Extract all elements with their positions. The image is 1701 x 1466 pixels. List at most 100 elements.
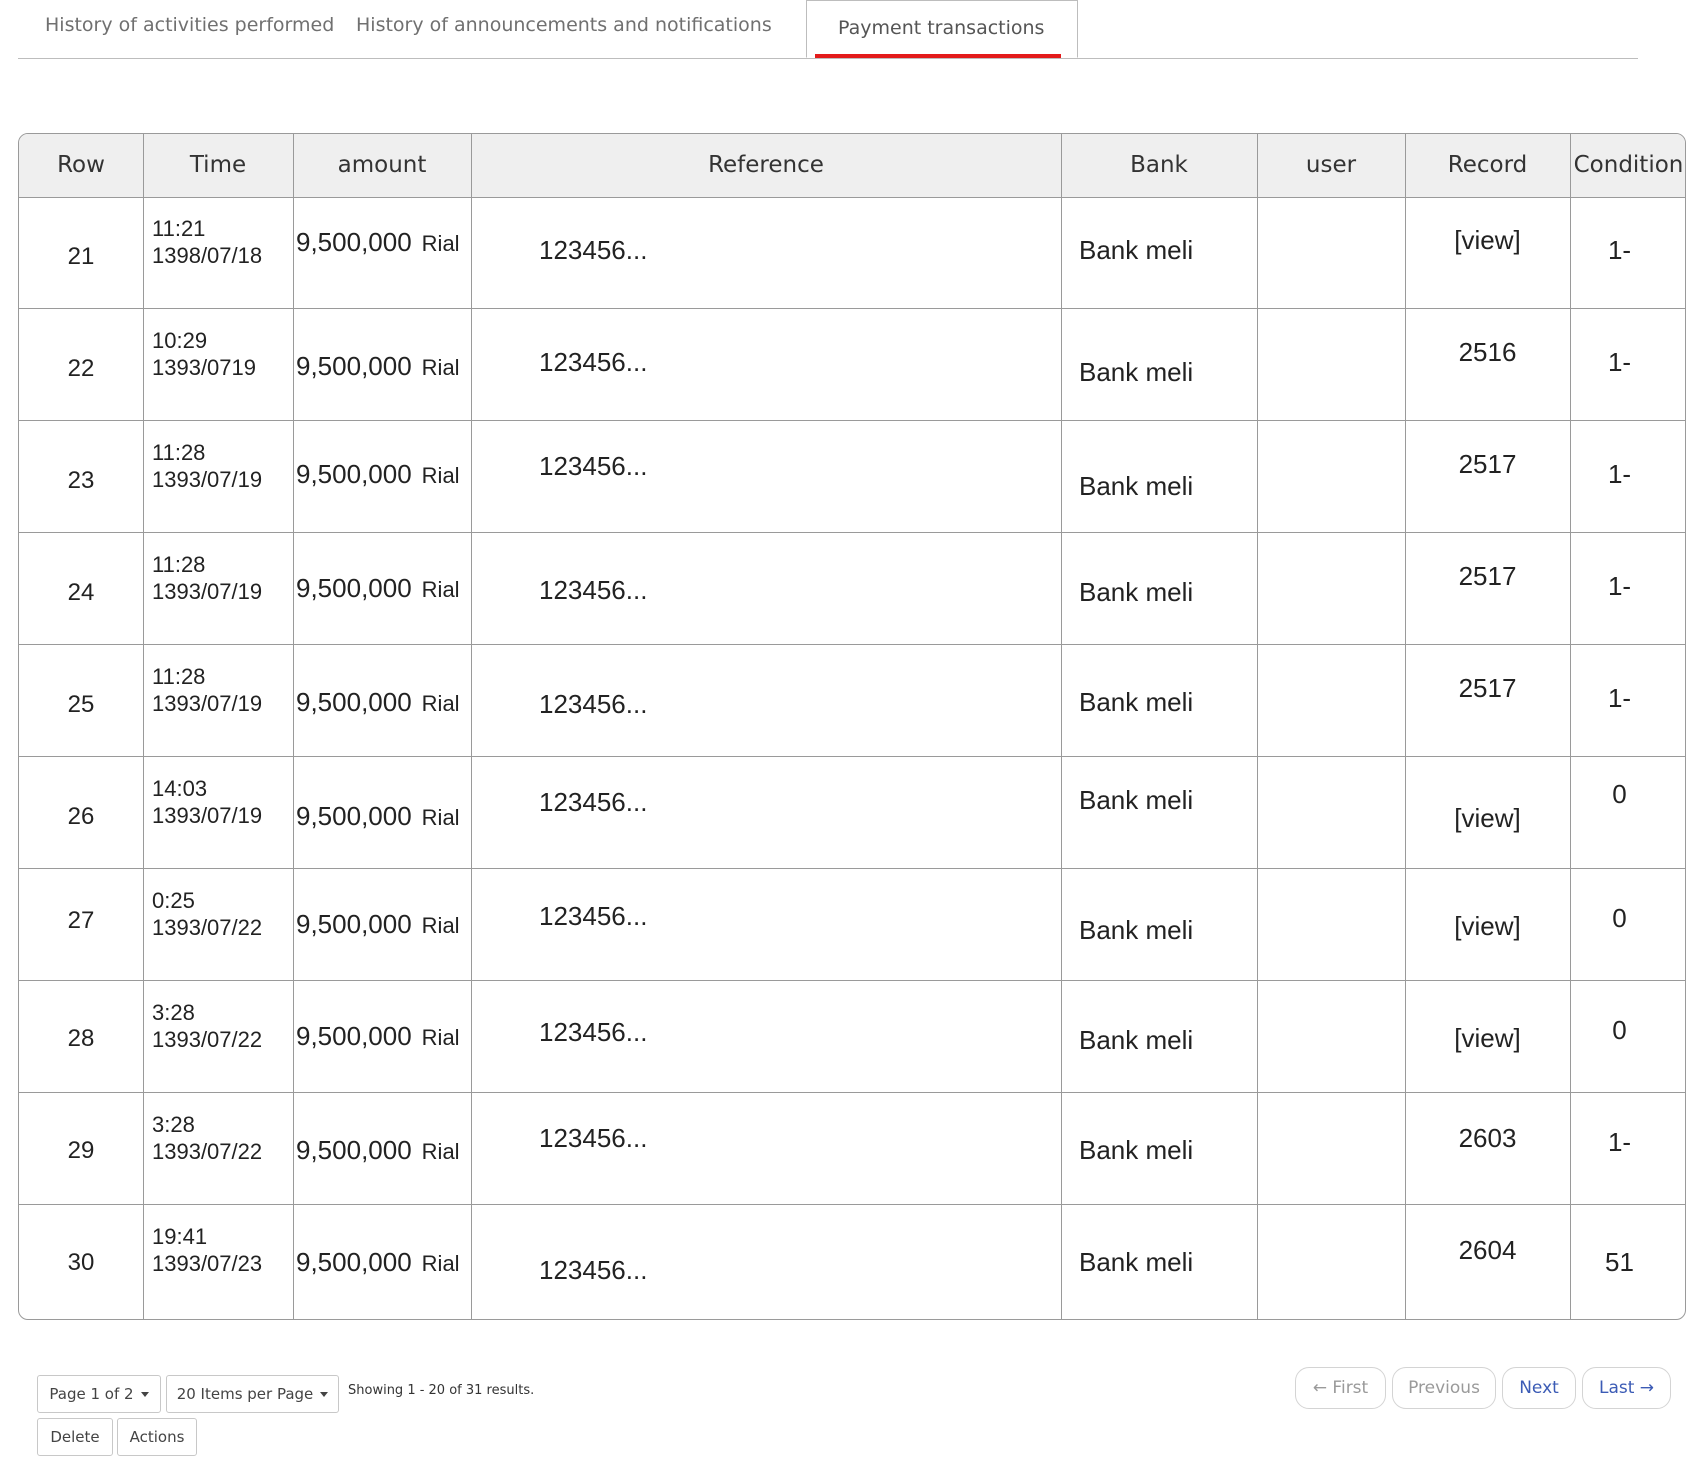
column-divider (1405, 134, 1406, 1319)
cell-record[interactable]: 2603 (1405, 1123, 1570, 1154)
table-row: 28 3:28 1393/07/22 9,500,000 Rial 123456..… (19, 981, 1685, 1093)
header-reference[interactable]: Reference (471, 152, 1061, 178)
table-row: 26 14:03 1393/07/19 9,500,000 Rial 123456.… (19, 757, 1685, 869)
cell-record[interactable]: 2516 (1405, 337, 1570, 368)
cell-record[interactable]: [view] (1405, 911, 1570, 942)
table-row: 24 11:28 1393/07/19 9,500,000 Rial 123456.… (19, 533, 1685, 645)
cell-row: 23 (67, 467, 95, 494)
cell-amount-unit: Rial (421, 463, 460, 488)
page-select[interactable]: Page 1 of 2 (37, 1375, 161, 1413)
header-time[interactable]: Time (143, 152, 293, 178)
cell-reference: 123456... (539, 1017, 648, 1047)
cell-condition: 0 (1612, 1015, 1627, 1045)
cell-row: 28 (67, 1025, 95, 1052)
cell-condition: 1- (1607, 235, 1632, 265)
table-row: 23 11:28 1393/07/19 9,500,000 Rial 123456.… (19, 421, 1685, 533)
cell-amount-value: 9,500,000 (296, 1135, 412, 1165)
column-divider (1570, 134, 1571, 1319)
column-divider (143, 134, 144, 1319)
table-row: 22 10:29 1393/0719 9,500,000 Rial 123456..… (19, 309, 1685, 421)
cell-amount-unit: Rial (421, 913, 460, 938)
cell-record[interactable]: 2517 (1405, 449, 1570, 480)
cell-time-clock: 11:21 (152, 216, 206, 241)
cell-reference: 123456... (539, 901, 648, 931)
cell-row: 22 (67, 355, 95, 382)
cell-amount-value: 9,500,000 (296, 801, 412, 831)
cell-time: 14:03 1393/07/19 (152, 775, 262, 829)
cell-time: 11:28 1393/07/19 (152, 439, 262, 493)
cell-bank: Bank meli (1079, 785, 1194, 815)
pagination-last[interactable]: Last → (1582, 1367, 1671, 1409)
header-bank[interactable]: Bank (1061, 152, 1257, 178)
cell-row: 26 (67, 803, 95, 830)
cell-reference: 123456... (539, 1255, 648, 1285)
cell-record[interactable]: 2604 (1405, 1235, 1570, 1266)
transactions-table: Row Time amount Reference Bank user Reco… (18, 133, 1686, 1320)
actions-button[interactable]: Actions (117, 1418, 197, 1456)
cell-condition: 1- (1607, 347, 1632, 377)
cell-amount-value: 9,500,000 (296, 227, 412, 257)
cell-bank: Bank meli (1079, 577, 1194, 607)
cell-reference: 123456... (539, 1123, 648, 1153)
cell-bank: Bank meli (1079, 235, 1194, 265)
cell-condition: 1- (1607, 571, 1632, 601)
cell-bank: Bank meli (1079, 1135, 1194, 1165)
cell-record[interactable]: [view] (1405, 225, 1570, 256)
cell-time-date: 1393/07/19 (152, 579, 263, 604)
pagination-first[interactable]: ← First (1295, 1367, 1386, 1409)
cell-time-date: 1393/07/22 (152, 1027, 263, 1052)
cell-time: 0:25 1393/07/22 (152, 887, 262, 941)
tab-payment-transactions[interactable]: Payment transactions (806, 0, 1078, 58)
header-row[interactable]: Row (19, 152, 143, 178)
cell-record[interactable]: 2517 (1405, 673, 1570, 704)
cell-time-clock: 3:28 (152, 1000, 195, 1025)
header-amount[interactable]: amount (293, 152, 471, 178)
cell-amount-unit: Rial (421, 1139, 460, 1164)
cell-record[interactable]: 2517 (1405, 561, 1570, 592)
cell-bank: Bank meli (1079, 1247, 1194, 1277)
active-tab-indicator (815, 54, 1061, 58)
cell-time-date: 1393/07/22 (152, 915, 263, 940)
cell-amount-value: 9,500,000 (296, 909, 412, 939)
cell-amount-unit: Rial (421, 805, 460, 830)
pagination-previous[interactable]: Previous (1392, 1367, 1496, 1409)
header-record[interactable]: Record (1405, 152, 1570, 178)
cell-amount: 9,500,000 Rial (296, 1021, 460, 1052)
cell-time-date: 1393/07/19 (152, 691, 263, 716)
table-row: 27 0:25 1393/07/22 9,500,000 Rial 123456..… (19, 869, 1685, 981)
cell-record[interactable]: [view] (1405, 1023, 1570, 1054)
tab-announcements-history[interactable]: History of announcements and notificatio… (356, 14, 772, 36)
cell-record[interactable]: [view] (1405, 803, 1570, 834)
cell-time: 3:28 1393/07/22 (152, 999, 262, 1053)
table-row: 25 11:28 1393/07/19 9,500,000 Rial 123456.… (19, 645, 1685, 757)
cell-time: 10:29 1393/0719 (152, 327, 256, 381)
cell-time: 11:28 1393/07/19 (152, 663, 262, 717)
tab-activities-history[interactable]: History of activities performed (45, 14, 334, 36)
cell-bank: Bank meli (1079, 915, 1194, 945)
cell-reference: 123456... (539, 787, 648, 817)
cell-time-clock: 10:29 (152, 328, 208, 353)
cell-condition: 1- (1607, 459, 1632, 489)
cell-amount-unit: Rial (421, 231, 460, 256)
cell-amount-unit: Rial (421, 355, 460, 380)
cell-time-clock: 14:03 (152, 776, 208, 801)
header-user[interactable]: user (1257, 152, 1405, 178)
cell-time-date: 1393/0719 (152, 355, 256, 380)
cell-condition: 0 (1612, 903, 1627, 933)
cell-amount: 9,500,000 Rial (296, 1247, 460, 1278)
delete-button[interactable]: Delete (37, 1418, 113, 1456)
cell-amount-value: 9,500,000 (296, 1021, 412, 1051)
table-body: 21 11:21 1398/07/18 9,500,000 Rial 123456.… (19, 197, 1685, 1319)
cell-amount-value: 9,500,000 (296, 573, 412, 603)
items-per-page-label: 20 Items per Page (176, 1385, 314, 1403)
cell-amount-unit: Rial (421, 1251, 460, 1276)
items-per-page-select[interactable]: 20 Items per Page (166, 1375, 339, 1413)
cell-bank: Bank meli (1079, 687, 1194, 717)
cell-row: 24 (67, 579, 95, 606)
pagination-next[interactable]: Next (1502, 1367, 1576, 1409)
table-row: 30 19:41 1393/07/23 9,500,000 Rial 123456.… (19, 1205, 1685, 1317)
header-condition[interactable]: Condition (1570, 152, 1685, 178)
cell-time-date: 1393/07/22 (152, 1139, 263, 1164)
caret-down-icon (140, 1391, 149, 1397)
tab-payment-transactions-label: Payment transactions (838, 17, 1045, 39)
